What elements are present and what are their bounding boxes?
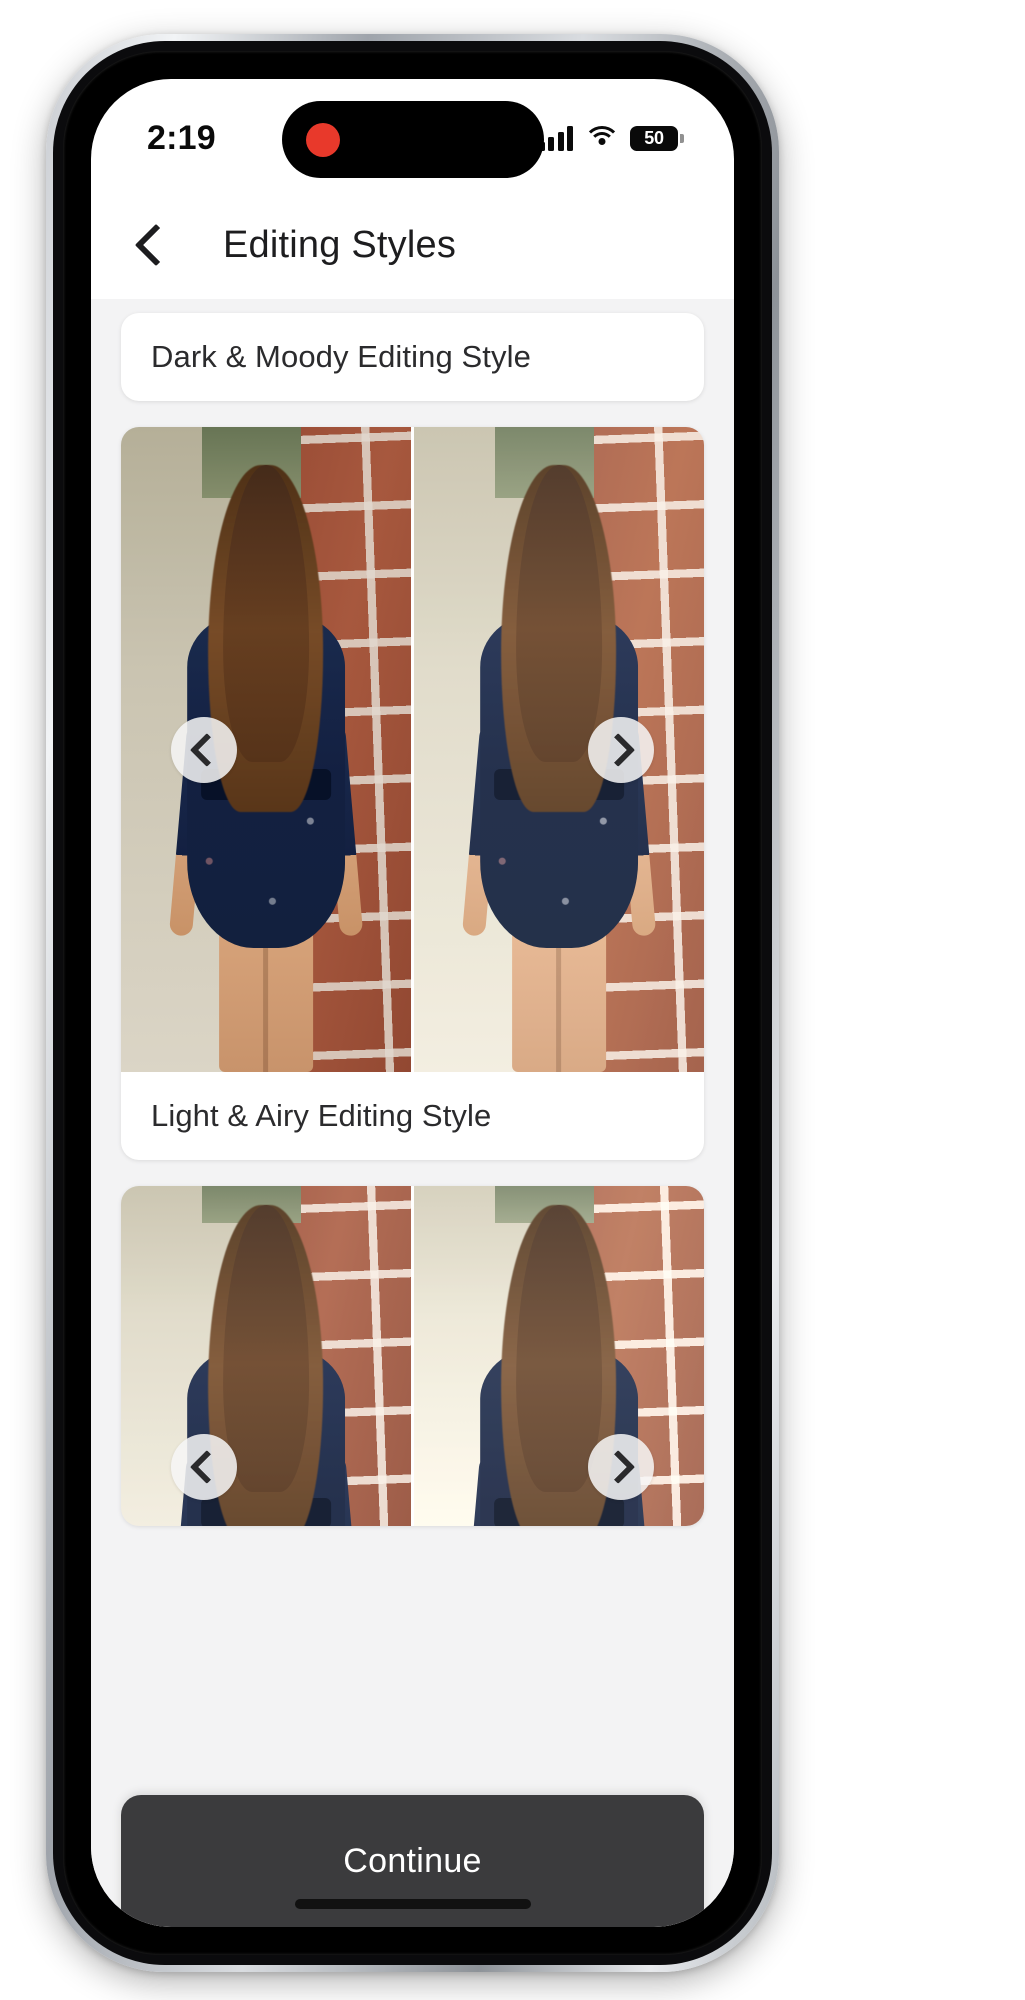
photo-before [121,427,411,1072]
cellular-signal-icon [538,125,573,151]
home-indicator[interactable] [294,1899,531,1909]
carousel-prev-button[interactable] [171,716,237,783]
phone-screen: 2:19 50 Editing Styles Dark & Moody Edit… [91,79,734,1927]
back-button[interactable] [113,202,199,288]
chevron-right-icon [601,732,636,767]
chevron-left-icon [134,223,178,267]
wifi-icon [583,126,620,150]
style-card-third[interactable] [121,1186,704,1526]
phone-frame: 2:19 50 Editing Styles Dark & Moody Edit… [46,34,779,1972]
carousel-next-button[interactable] [588,1434,654,1500]
phone-bezel: 2:19 50 Editing Styles Dark & Moody Edit… [63,51,762,1955]
style-card-dark-moody[interactable]: Dark & Moody Editing Style [121,313,704,401]
chevron-left-icon [189,1450,224,1484]
style-card-label: Light & Airy Editing Style [151,1098,492,1133]
photo-before [121,1186,411,1526]
style-card-label: Dark & Moody Editing Style [151,339,531,374]
photo-after [411,1186,704,1526]
screenshot-root: 2:19 50 Editing Styles Dark & Moody Edit… [0,0,1025,2000]
recording-indicator-dot [305,122,340,157]
chevron-right-icon [601,1450,636,1484]
battery-icon: 50 [630,125,684,151]
status-icons: 50 [538,125,684,151]
style-list-scroll[interactable]: Dark & Moody Editing Style Light & Airy … [91,299,734,1927]
status-clock: 2:19 [147,118,216,157]
dynamic-island [281,101,544,178]
chevron-left-icon [189,732,224,767]
battery-percent-label: 50 [644,127,664,148]
photo-after [411,427,704,1072]
carousel-prev-button[interactable] [171,1434,237,1500]
page-title: Editing Styles [223,223,457,266]
carousel-next-button[interactable] [588,716,654,783]
before-after-carousel[interactable] [121,1186,704,1526]
style-card-light-airy[interactable]: Light & Airy Editing Style [121,427,704,1160]
navigation-bar: Editing Styles [91,191,734,299]
before-after-carousel[interactable] [121,427,704,1072]
